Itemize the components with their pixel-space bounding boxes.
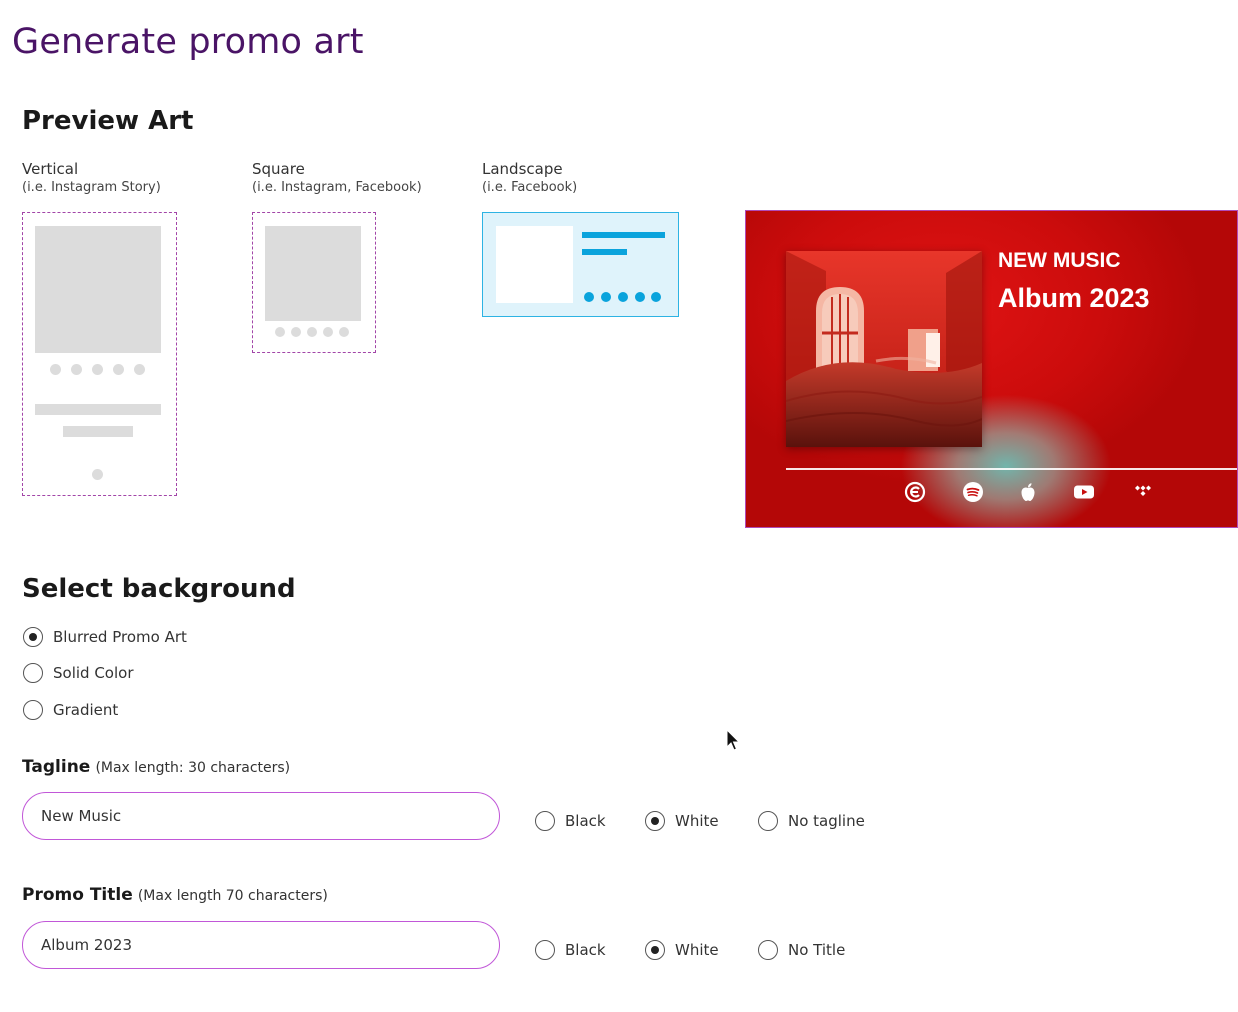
format-thumbnail-landscape[interactable]: [482, 212, 679, 317]
radio-label: Solid Color: [53, 664, 134, 682]
format-thumbnail-vertical[interactable]: [22, 212, 177, 496]
preview-tagline: NEW MUSIC: [998, 249, 1121, 272]
format-name: Vertical: [22, 160, 79, 178]
format-label-square: Square (i.e. Instagram, Facebook): [252, 159, 422, 197]
radio-button[interactable]: [645, 811, 665, 831]
placeholder-dot: [275, 327, 285, 337]
radio-button[interactable]: [645, 940, 665, 960]
placeholder-line: [582, 249, 627, 255]
placeholder-dot: [323, 327, 333, 337]
placeholder-dot: [50, 364, 61, 375]
youtube-icon: [1074, 485, 1094, 499]
tidal-icon: [1135, 485, 1151, 496]
spotify-icon: [963, 482, 983, 502]
placeholder-dot: [635, 292, 645, 302]
radio-button[interactable]: [535, 811, 555, 831]
radio-label: No tagline: [788, 812, 865, 830]
promo-art-preview: NEW MUSIC Album 2023: [745, 210, 1238, 528]
apple-icon: [1021, 483, 1035, 501]
placeholder-image: [35, 226, 161, 353]
format-description: (i.e. Facebook): [482, 180, 578, 195]
format-name: Square: [252, 160, 305, 178]
radio-button[interactable]: [23, 627, 43, 647]
radio-label: Black: [565, 941, 606, 959]
promo-title-none[interactable]: No Title: [758, 940, 845, 960]
radio-button[interactable]: [758, 811, 778, 831]
format-description: (i.e. Instagram, Facebook): [252, 180, 422, 195]
tagline-none[interactable]: No tagline: [758, 811, 865, 831]
format-thumbnail-square[interactable]: [252, 212, 376, 353]
placeholder-dot: [291, 327, 301, 337]
radio-label: White: [675, 941, 719, 959]
placeholder-line: [35, 404, 161, 415]
format-label-landscape: Landscape (i.e. Facebook): [482, 159, 577, 197]
background-option-blurred[interactable]: Blurred Promo Art: [23, 627, 187, 647]
placeholder-dot: [92, 469, 103, 480]
promo-title-color-white[interactable]: White: [645, 940, 719, 960]
placeholder-dot: [307, 327, 317, 337]
placeholder-line: [582, 232, 665, 238]
placeholder-dot: [92, 364, 103, 375]
format-name: Landscape: [482, 160, 563, 178]
radio-button[interactable]: [758, 940, 778, 960]
promo-title-field-label: Promo Title (Max length 70 characters): [22, 885, 328, 905]
radio-label: Blurred Promo Art: [53, 628, 187, 646]
radio-label: No Title: [788, 941, 846, 959]
tagline-color-white[interactable]: White: [645, 811, 719, 831]
tagline-label: Tagline: [22, 757, 91, 777]
select-background-heading: Select background: [22, 574, 296, 604]
preview-title: Album 2023: [998, 283, 1150, 313]
placeholder-dot: [651, 292, 661, 302]
tagline-input[interactable]: [22, 792, 500, 840]
radio-label: White: [675, 812, 719, 830]
preview-art-heading: Preview Art: [22, 106, 194, 136]
promo-title-color-black[interactable]: Black: [535, 940, 606, 960]
album-cover-illustration: [786, 251, 982, 447]
promo-title-input[interactable]: [22, 921, 500, 969]
radio-button[interactable]: [535, 940, 555, 960]
album-cover-image: [786, 251, 982, 447]
mouse-cursor-icon: [726, 729, 741, 751]
placeholder-dot: [618, 292, 628, 302]
placeholder-dot: [113, 364, 124, 375]
background-option-gradient[interactable]: Gradient: [23, 700, 118, 720]
placeholder-dot: [601, 292, 611, 302]
radio-button[interactable]: [23, 663, 43, 683]
promo-title-label: Promo Title: [22, 885, 133, 905]
radio-label: Gradient: [53, 701, 119, 719]
preview-divider: [786, 468, 1237, 470]
promo-title-hint: (Max length 70 characters): [137, 888, 328, 904]
gaana-icon: [904, 481, 926, 503]
format-description: (i.e. Instagram Story): [22, 180, 161, 195]
placeholder-dot: [339, 327, 349, 337]
placeholder-image: [265, 226, 361, 321]
placeholder-dot: [71, 364, 82, 375]
tagline-field-label: Tagline (Max length: 30 characters): [22, 757, 290, 777]
background-option-solid-color[interactable]: Solid Color: [23, 663, 134, 683]
radio-label: Black: [565, 812, 606, 830]
placeholder-dot: [134, 364, 145, 375]
format-label-vertical: Vertical (i.e. Instagram Story): [22, 159, 161, 197]
placeholder-dot: [584, 292, 594, 302]
page-title: Generate promo art: [12, 22, 364, 62]
placeholder-line: [63, 426, 133, 437]
tagline-color-black[interactable]: Black: [535, 811, 606, 831]
placeholder-image: [496, 226, 573, 303]
radio-button[interactable]: [23, 700, 43, 720]
tagline-hint: (Max length: 30 characters): [95, 760, 291, 776]
